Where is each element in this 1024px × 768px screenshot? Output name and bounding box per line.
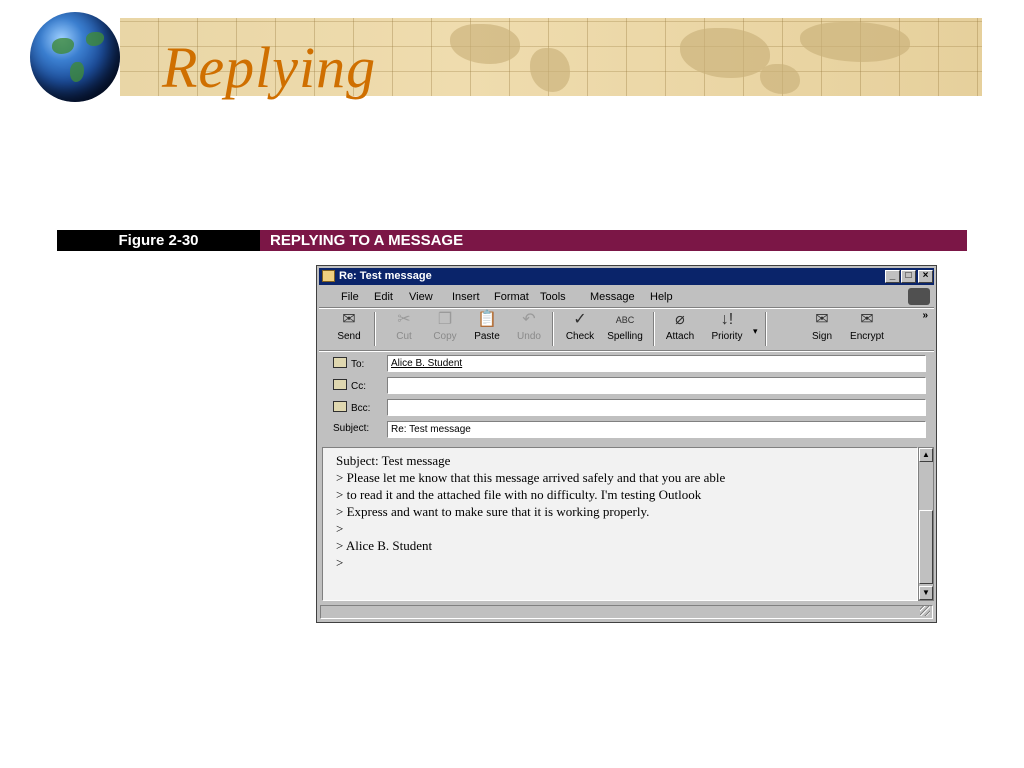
attach-button[interactable]: ⌀ Attach — [659, 311, 701, 347]
copy-button[interactable]: ❐ Copy — [427, 311, 463, 347]
menu-format[interactable]: Format — [494, 291, 529, 303]
subject-label: Subject: — [333, 423, 370, 434]
slide-title: Replying — [162, 35, 377, 100]
menu-message[interactable]: Message — [590, 291, 635, 303]
menu-tools[interactable]: Tools — [540, 291, 566, 303]
cc-field[interactable] — [387, 377, 926, 394]
to-recipient[interactable]: Alice B. Student — [391, 358, 462, 369]
undo-icon: ↶ — [522, 311, 536, 328]
body-line: > — [336, 555, 344, 570]
menu-edit[interactable]: Edit — [374, 291, 393, 303]
subject-row: Subject: Re: Test message — [329, 421, 926, 439]
menu-bar: File Edit View Insert Format Tools Messa… — [319, 288, 934, 306]
scrollbar-thumb[interactable] — [919, 510, 933, 584]
window-title-bar[interactable]: Re: Test message _ □ × — [319, 268, 934, 285]
vertical-scrollbar[interactable]: ▲ ▼ — [918, 447, 934, 601]
priority-dropdown-icon[interactable]: ▾ — [753, 326, 758, 337]
message-body[interactable]: Subject: Test message > Please let me kn… — [322, 447, 918, 601]
cc-row: Cc: — [329, 377, 926, 395]
address-book-icon — [333, 401, 347, 412]
address-book-icon — [333, 357, 347, 368]
bcc-field[interactable] — [387, 399, 926, 416]
figure-caption-bar: Figure 2-30 REPLYING TO A MESSAGE — [57, 230, 967, 251]
resize-grip-icon[interactable] — [920, 606, 930, 616]
sign-icon: ✉ — [815, 311, 829, 328]
cut-button[interactable]: ✂ Cut — [387, 311, 421, 347]
menu-file[interactable]: File — [341, 291, 359, 303]
address-book-icon — [333, 379, 347, 390]
toolbar: ✉ Send ✂ Cut ❐ Copy 📋 Paste ↶ Undo ✓ Che… — [319, 308, 934, 350]
menu-help[interactable]: Help — [650, 291, 673, 303]
body-line: > — [336, 521, 344, 536]
check-names-icon: ✓ — [573, 311, 587, 328]
close-button[interactable]: × — [918, 270, 933, 283]
priority-button[interactable]: ↓! Priority — [705, 311, 749, 347]
reply-window: Re: Test message _ □ × File Edit View In… — [316, 265, 937, 623]
check-names-button[interactable]: ✓ Check — [561, 311, 599, 347]
to-row: To: Alice B. Student — [329, 355, 926, 373]
paste-button[interactable]: 📋 Paste — [469, 311, 505, 347]
body-line: Subject: Test message — [336, 453, 451, 468]
toolbar-overflow-button[interactable]: » — [922, 310, 928, 321]
scroll-up-arrow-icon[interactable]: ▲ — [919, 448, 933, 462]
to-field[interactable]: Alice B. Student — [387, 355, 926, 372]
encrypt-icon: ✉ — [860, 311, 874, 328]
encrypt-button[interactable]: ✉ Encrypt — [845, 311, 889, 347]
scissors-icon: ✂ — [397, 311, 411, 328]
sign-button[interactable]: ✉ Sign — [805, 311, 839, 347]
bcc-label[interactable]: Bcc: — [333, 401, 370, 414]
menu-view[interactable]: View — [409, 291, 433, 303]
globe-icon — [30, 12, 120, 102]
spelling-button[interactable]: ABC Spelling — [602, 311, 648, 347]
send-icon: ✉ — [342, 311, 356, 328]
subject-field[interactable]: Re: Test message — [387, 421, 926, 438]
body-line: > Express and want to make sure that it … — [336, 504, 650, 519]
to-label[interactable]: To: — [333, 357, 364, 370]
bcc-row: Bcc: — [329, 399, 926, 417]
toolbar-separator — [653, 312, 655, 346]
copy-icon: ❐ — [437, 311, 453, 328]
figure-caption: REPLYING TO A MESSAGE — [260, 230, 967, 251]
priority-icon: ↓! — [720, 311, 734, 328]
body-line: > Please let me know that this message a… — [336, 470, 726, 485]
spelling-icon: ABC — [615, 315, 635, 325]
paste-icon: 📋 — [477, 311, 497, 328]
toolbar-separator — [765, 312, 767, 346]
paperclip-icon: ⌀ — [675, 311, 685, 328]
toolbar-separator — [374, 312, 376, 346]
body-line: > to read it and the attached file with … — [336, 487, 702, 502]
cc-label[interactable]: Cc: — [333, 379, 366, 392]
figure-number: Figure 2-30 — [57, 230, 260, 251]
undo-button[interactable]: ↶ Undo — [511, 311, 547, 347]
scroll-down-arrow-icon[interactable]: ▼ — [919, 586, 933, 600]
toolbar-divider — [319, 350, 934, 352]
body-line: > Alice B. Student — [336, 538, 433, 553]
send-button[interactable]: ✉ Send — [329, 311, 369, 347]
window-title: Re: Test message — [339, 270, 432, 282]
toolbar-separator — [552, 312, 554, 346]
minimize-button[interactable]: _ — [885, 270, 900, 283]
status-bar — [320, 605, 933, 619]
windows-logo-icon — [908, 288, 930, 305]
menu-insert[interactable]: Insert — [452, 291, 480, 303]
message-icon — [322, 270, 335, 282]
maximize-button[interactable]: □ — [901, 270, 916, 283]
